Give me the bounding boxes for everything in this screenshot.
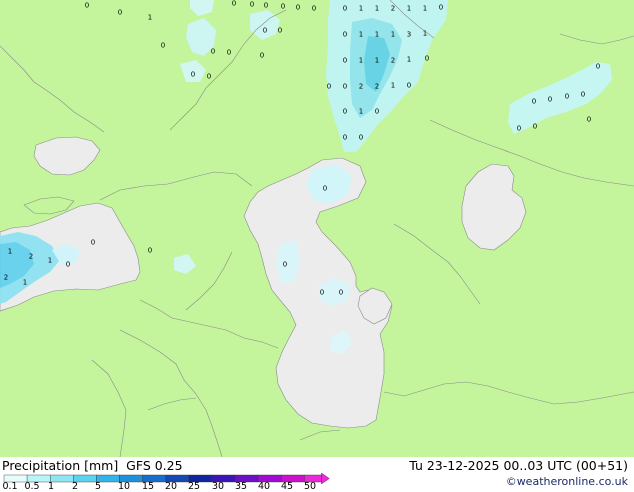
precip-value-label: 0	[283, 261, 287, 269]
scale-tick-label: 40	[257, 481, 271, 492]
precip-value-label: 0	[581, 91, 585, 99]
precip-value-label: 0	[85, 2, 89, 10]
precip-value-label: 1	[375, 31, 379, 39]
precip-value-label: 1	[375, 5, 379, 13]
precip-value-label: 0	[375, 108, 379, 116]
credit-link[interactable]: ©weatheronline.co.uk	[506, 475, 628, 488]
precip-value-label: 0	[596, 63, 600, 71]
precip-value-label: 2	[359, 83, 363, 91]
precip-value-label: 0	[532, 98, 536, 106]
precip-value-label: 0	[66, 261, 70, 269]
scale-tick-label: 5	[94, 481, 102, 492]
scale-tick-label: 35	[234, 481, 248, 492]
precip-value-label: 1	[359, 5, 363, 13]
precip-value-label: 1	[359, 31, 363, 39]
precip-value-label: 0	[339, 289, 343, 297]
precipitation-map: 0 0 1 0 0 0 0 0 0 0 0 0 0 0 0 0 0 0 1 1 2 1 1 0 0 1 1 1 3 1 0 1 1 2 1 0 0 0 2 2…	[0, 0, 634, 457]
precip-value-label: 1	[23, 279, 27, 287]
precip-value-label: 2	[29, 253, 33, 261]
precip-value-label: 2	[391, 57, 395, 65]
precip-value-label: 0	[425, 55, 429, 63]
precip-value-label: 0	[161, 42, 165, 50]
precip-value-label: 0	[587, 116, 591, 124]
precip-value-label: 0	[281, 3, 285, 11]
precip-value-label: 0	[343, 83, 347, 91]
precip-value-label: 0	[91, 239, 95, 247]
map-title: Precipitation [mm] GFS 0.25	[2, 458, 183, 473]
precip-value-label: 0	[548, 96, 552, 104]
scale-tick-label: 50	[303, 481, 317, 492]
precip-value-label: 1	[423, 5, 427, 13]
precip-value-label: 1	[8, 248, 12, 256]
precip-value-label: 0	[439, 4, 443, 12]
precip-value-label: 0	[250, 1, 254, 9]
precip-value-label: 0	[148, 247, 152, 255]
precip-value-label: 1	[407, 5, 411, 13]
precip-value-label: 3	[407, 31, 411, 39]
precip-value-label: 1	[359, 108, 363, 116]
scale-tick-label: 2	[71, 481, 79, 492]
precip-value-label: 0	[343, 5, 347, 13]
scale-tick-label: 0.5	[24, 481, 40, 492]
scale-tick-label: 1	[47, 481, 55, 492]
precip-value-label: 1	[391, 82, 395, 90]
precip-value-label: 0	[343, 134, 347, 142]
precip-value-label: 1	[148, 14, 152, 22]
precip-value-label: 0	[263, 27, 267, 35]
precip-value-label: 0	[312, 5, 316, 13]
precip-value-label: 0	[517, 125, 521, 133]
precip-value-label: 0	[264, 2, 268, 10]
precip-value-label: 0	[533, 123, 537, 131]
precip-value-label: 1	[391, 31, 395, 39]
precip-value-label: 2	[391, 5, 395, 13]
precip-value-label: 0	[359, 134, 363, 142]
precip-value-label: 1	[359, 57, 363, 65]
precip-value-label: 0	[343, 31, 347, 39]
precip-value-label: 1	[407, 56, 411, 64]
precip-value-label: 0	[565, 93, 569, 101]
precip-value-label: 1	[375, 57, 379, 65]
precip-value-label: 0	[191, 71, 195, 79]
scale-tick-label: 30	[211, 481, 225, 492]
precip-value-label: 0	[320, 289, 324, 297]
precip-value-label: 0	[343, 57, 347, 65]
scale-tick-label: 45	[280, 481, 294, 492]
precip-value-label: 0	[211, 48, 215, 56]
precip-value-label: 0	[118, 9, 122, 17]
precip-value-label: 0	[227, 49, 231, 57]
precip-value-label: 0	[296, 4, 300, 12]
scale-tick-label: 10	[117, 481, 131, 492]
precip-value-label: 1	[48, 257, 52, 265]
precip-value-label: 0	[207, 73, 211, 81]
precip-value-label: 0	[278, 27, 282, 35]
scale-tick-label: 20	[164, 481, 178, 492]
scale-tick-label: 0.1	[2, 481, 18, 492]
precip-value-label: 0	[323, 185, 327, 193]
precip-value-label: 0	[407, 82, 411, 90]
precip-value-label: 2	[375, 83, 379, 91]
valid-time: Tu 23-12-2025 00..03 UTC (00+51)	[409, 458, 628, 473]
scale-tick-label: 25	[187, 481, 201, 492]
scale-tick-label: 15	[141, 481, 155, 492]
precip-value-label: 0	[327, 83, 331, 91]
precip-value-label: 0	[260, 52, 264, 60]
precip-value-label: 2	[4, 274, 8, 282]
precip-value-label: 1	[423, 30, 427, 38]
precip-value-label: 0	[343, 108, 347, 116]
precip-value-label: 0	[232, 0, 236, 8]
